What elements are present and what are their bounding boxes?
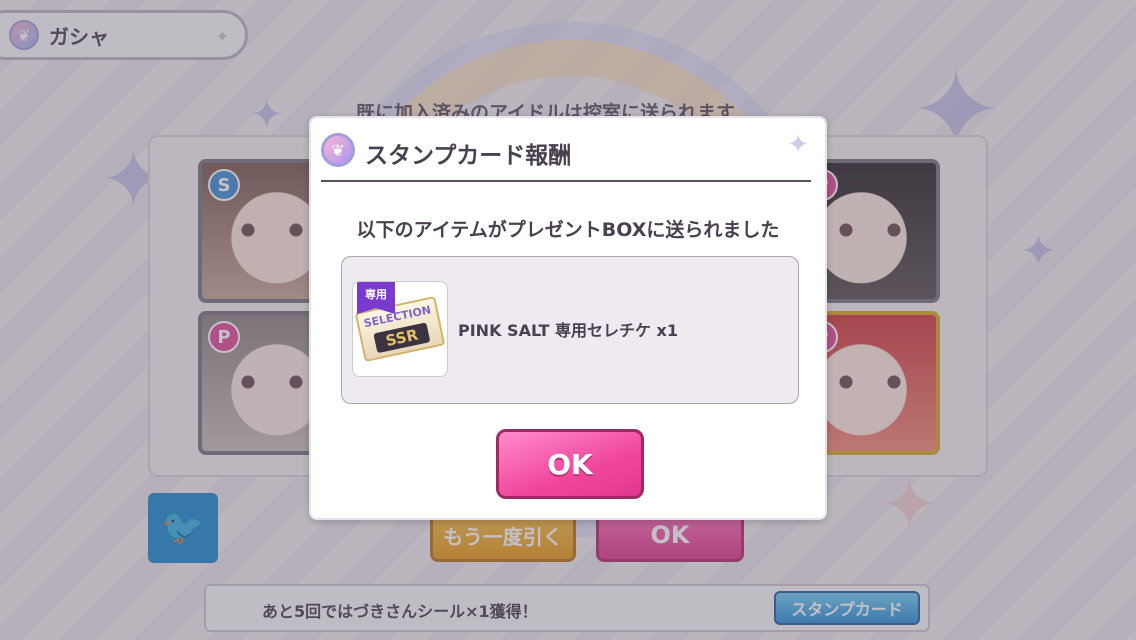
dialog-message: 以下のアイテムがプレゼントBOXに送られました: [356, 219, 780, 241]
reward-item-box: SELECTION SSR 専用 PINK SALT 専用セレチケ x1: [341, 256, 799, 404]
item-name: PINK SALT 専用セレチケ x1: [458, 321, 679, 340]
dialog-header: ❦ スタンプカード報酬 ✦: [321, 130, 811, 182]
sparkle-icon: ✦: [787, 130, 809, 160]
dialog-icon: ❦: [321, 133, 355, 167]
ticket-rank-label: SSR: [373, 322, 431, 354]
stamp-reward-dialog: ❦ スタンプカード報酬 ✦ 以下のアイテムがプレゼントBOXに送られました SE…: [309, 116, 827, 520]
ok-button[interactable]: OK: [496, 429, 644, 499]
item-thumbnail: SELECTION SSR 専用: [352, 281, 448, 377]
dialog-title: スタンプカード報酬: [365, 143, 572, 169]
